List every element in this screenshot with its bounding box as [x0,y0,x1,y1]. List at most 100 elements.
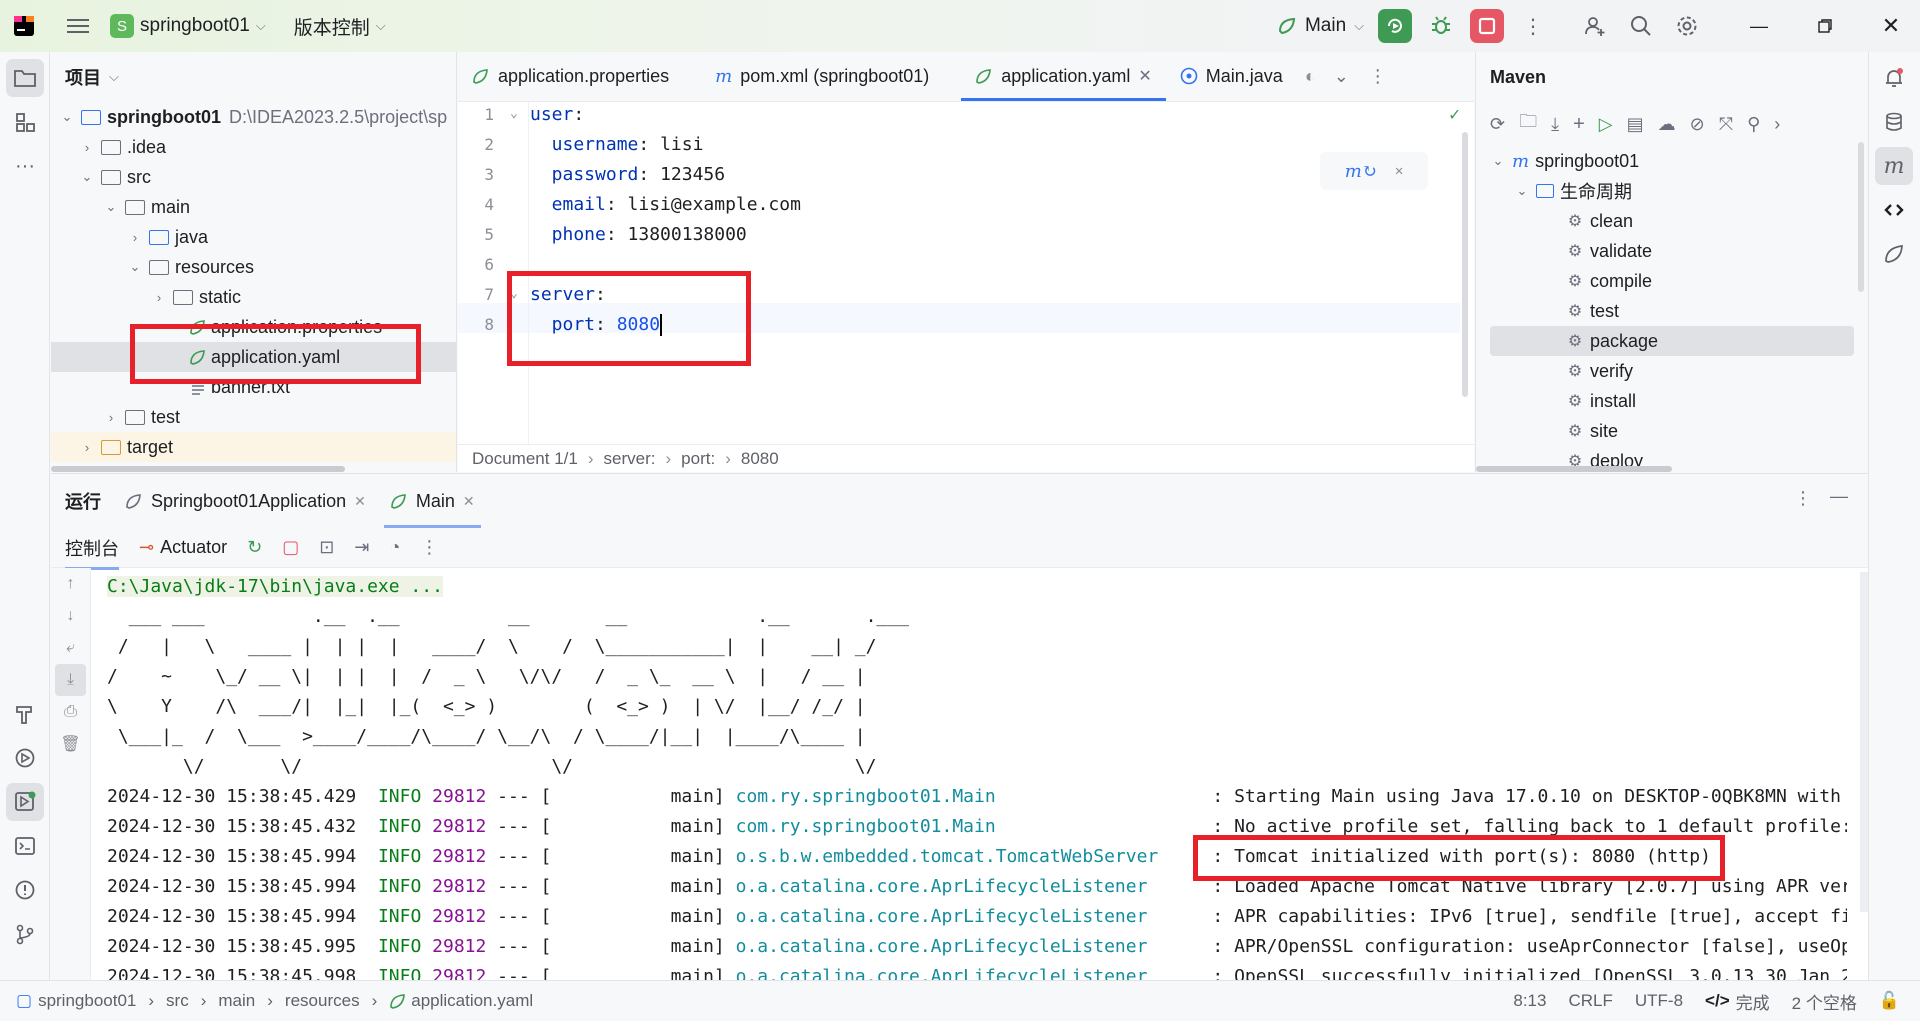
main-menu-icon[interactable] [60,8,96,44]
restore-button[interactable] [1808,9,1842,43]
lock-icon[interactable]: 🔓 [1879,991,1900,1011]
more-tools-button[interactable]: ··· [0,144,50,188]
run-tab-main[interactable]: Main ✕ [383,474,481,528]
spring-tool-button[interactable] [1869,232,1919,276]
print-icon[interactable]: ⎙ [51,696,90,728]
maven-goal-site[interactable]: ⚙ site [1476,416,1868,446]
indent-setting[interactable]: 2 个空格 [1792,989,1857,1014]
breadcrumb-item[interactable]: server: [604,449,656,469]
close-tab-icon[interactable]: ✕ [354,493,366,510]
status-indicator[interactable]: </> 完成 [1705,989,1770,1014]
horizontal-scrollbar[interactable] [51,466,345,472]
maven-reload-popup[interactable]: m↻ ✕ [1320,152,1428,190]
debug-button[interactable] [1424,9,1458,43]
run-tab-springboot01application[interactable]: Springboot01Application ✕ [125,474,366,528]
tree-item-test[interactable]: › test [51,402,456,432]
maven-reload-icon[interactable]: m↻ [1345,161,1377,182]
breadcrumb-item[interactable]: Document 1/1 [472,449,578,469]
problems-tool-button[interactable] [0,868,50,912]
terminal-tool-button[interactable] [0,824,50,868]
tree-item-static[interactable]: › static [51,282,456,312]
trash-icon[interactable]: 🗑 [51,728,90,760]
offline-icon[interactable]: ☁ [1658,114,1676,135]
project-tool-button[interactable] [0,56,50,100]
tab-list-button[interactable]: ⌄ [1324,51,1359,101]
build-tool-button[interactable] [0,692,50,736]
tab-pom-xml[interactable]: m pom.xml (springboot01) [701,51,943,101]
maven-goal-verify[interactable]: ⚙ verify [1476,356,1868,386]
breadcrumb-item[interactable]: port: [681,449,715,469]
maven-horizontal-scrollbar[interactable] [1476,466,1672,472]
maven-goal-validate[interactable]: ⚙ validate [1476,236,1868,266]
project-switcher[interactable]: S springboot01 ⌵ [110,14,266,38]
maven-project-node[interactable]: ⌄ m springboot01 [1476,146,1868,176]
exit-icon[interactable]: ⇥ [354,537,369,558]
vertical-scrollbar[interactable] [1462,132,1468,397]
maven-goal-clean[interactable]: ⚙ clean [1476,206,1868,236]
rerun-button[interactable] [1378,9,1412,43]
maven-goal-package[interactable]: ⚙ package [1490,326,1854,356]
up-arrow-icon[interactable]: ↑ [51,568,90,600]
maven-goal-test[interactable]: ⚙ test [1476,296,1868,326]
skip-tests-icon[interactable]: ⊘ [1690,114,1705,135]
maven-tool-button[interactable]: m [1869,144,1919,188]
inspection-ok-icon[interactable]: ✓ [1449,104,1460,125]
console-tab[interactable]: 控制台 [65,535,119,570]
status-path-item[interactable]: main [218,991,255,1011]
git-tool-button[interactable] [0,912,50,956]
stop-icon[interactable]: ▢ [282,537,299,558]
tab-main-java[interactable]: Main.java [1166,51,1297,101]
tree-item-main[interactable]: ⌄ main [51,192,456,222]
run-config-icon[interactable]: ▤ [1627,114,1644,135]
maven-goal-install[interactable]: ⚙ install [1476,386,1868,416]
console-output[interactable]: C:\Java\jdk-17\bin\java.exe ... ___ ___ … [107,572,1847,981]
tab-overflow-partial[interactable]: ◐ [1297,51,1324,101]
tree-item-idea[interactable]: › .idea [51,132,456,162]
tree-item-resources[interactable]: ⌄ resources [51,252,456,282]
status-path-item[interactable]: application.yaml [411,991,533,1011]
status-path-item[interactable]: resources [285,991,360,1011]
download-icon[interactable]: ⤓ [1551,114,1559,135]
collapse-icon[interactable]: ⤧ [1719,114,1733,135]
run-goal-icon[interactable]: ▷ [1599,114,1613,135]
console-vertical-scrollbar[interactable] [1860,572,1868,912]
camera-icon[interactable]: ⊡ [319,537,334,558]
tree-item-java[interactable]: › java [51,222,456,252]
file-encoding[interactable]: UTF-8 [1635,991,1683,1011]
database-tool-button[interactable] [1869,100,1919,144]
editor-tabs-more-button[interactable]: ⋮ [1359,51,1397,101]
close-tab-icon[interactable]: ✕ [1138,66,1151,86]
app-logo-icon[interactable] [6,8,42,44]
status-path-item[interactable]: springboot01 [38,991,136,1011]
add-icon[interactable]: + [1573,113,1585,136]
down-arrow-icon[interactable]: ↓ [51,600,90,632]
project-panel-header[interactable]: 项目 ⌵ [51,52,456,102]
chevron-right-icon[interactable]: › [1774,114,1780,135]
minimize-panel-icon[interactable]: — [1830,486,1848,507]
maven-vertical-scrollbar[interactable] [1858,142,1864,292]
structure-tool-button[interactable] [0,100,50,144]
more-vertical-icon[interactable]: ⋮ [420,537,438,558]
close-icon[interactable]: ✕ [1395,163,1403,179]
breadcrumb-item[interactable]: 8080 [741,449,779,469]
notifications-button[interactable] [1869,56,1919,100]
close-tab-icon[interactable]: ✕ [463,493,475,510]
tab-application-yaml[interactable]: application.yaml ✕ [961,51,1167,101]
fold-icon[interactable]: ⌄ [510,106,518,121]
line-separator[interactable]: CRLF [1568,991,1612,1011]
actuator-tab[interactable]: ⊸ Actuator [139,537,227,558]
endpoints-tool-button[interactable] [1869,188,1919,232]
tab-application-properties[interactable]: application.properties [458,51,683,101]
profiler-icon[interactable]: ◔ [389,537,400,558]
rerun-icon[interactable]: ↻ [247,537,262,558]
caret-position[interactable]: 8:13 [1513,991,1546,1011]
add-user-button[interactable] [1578,9,1612,43]
maven-goal-compile[interactable]: ⚙ compile [1476,266,1868,296]
reload-icon[interactable]: ⟳ [1490,114,1505,135]
close-window-button[interactable]: ✕ [1874,9,1908,43]
status-path-item[interactable]: src [166,991,189,1011]
tree-item-src[interactable]: ⌄ src [51,162,456,192]
minimize-button[interactable]: — [1742,9,1776,43]
stop-button[interactable] [1470,9,1504,43]
tree-item-root[interactable]: ⌄ springboot01 D:\IDEA2023.2.5\project\s… [51,102,456,132]
